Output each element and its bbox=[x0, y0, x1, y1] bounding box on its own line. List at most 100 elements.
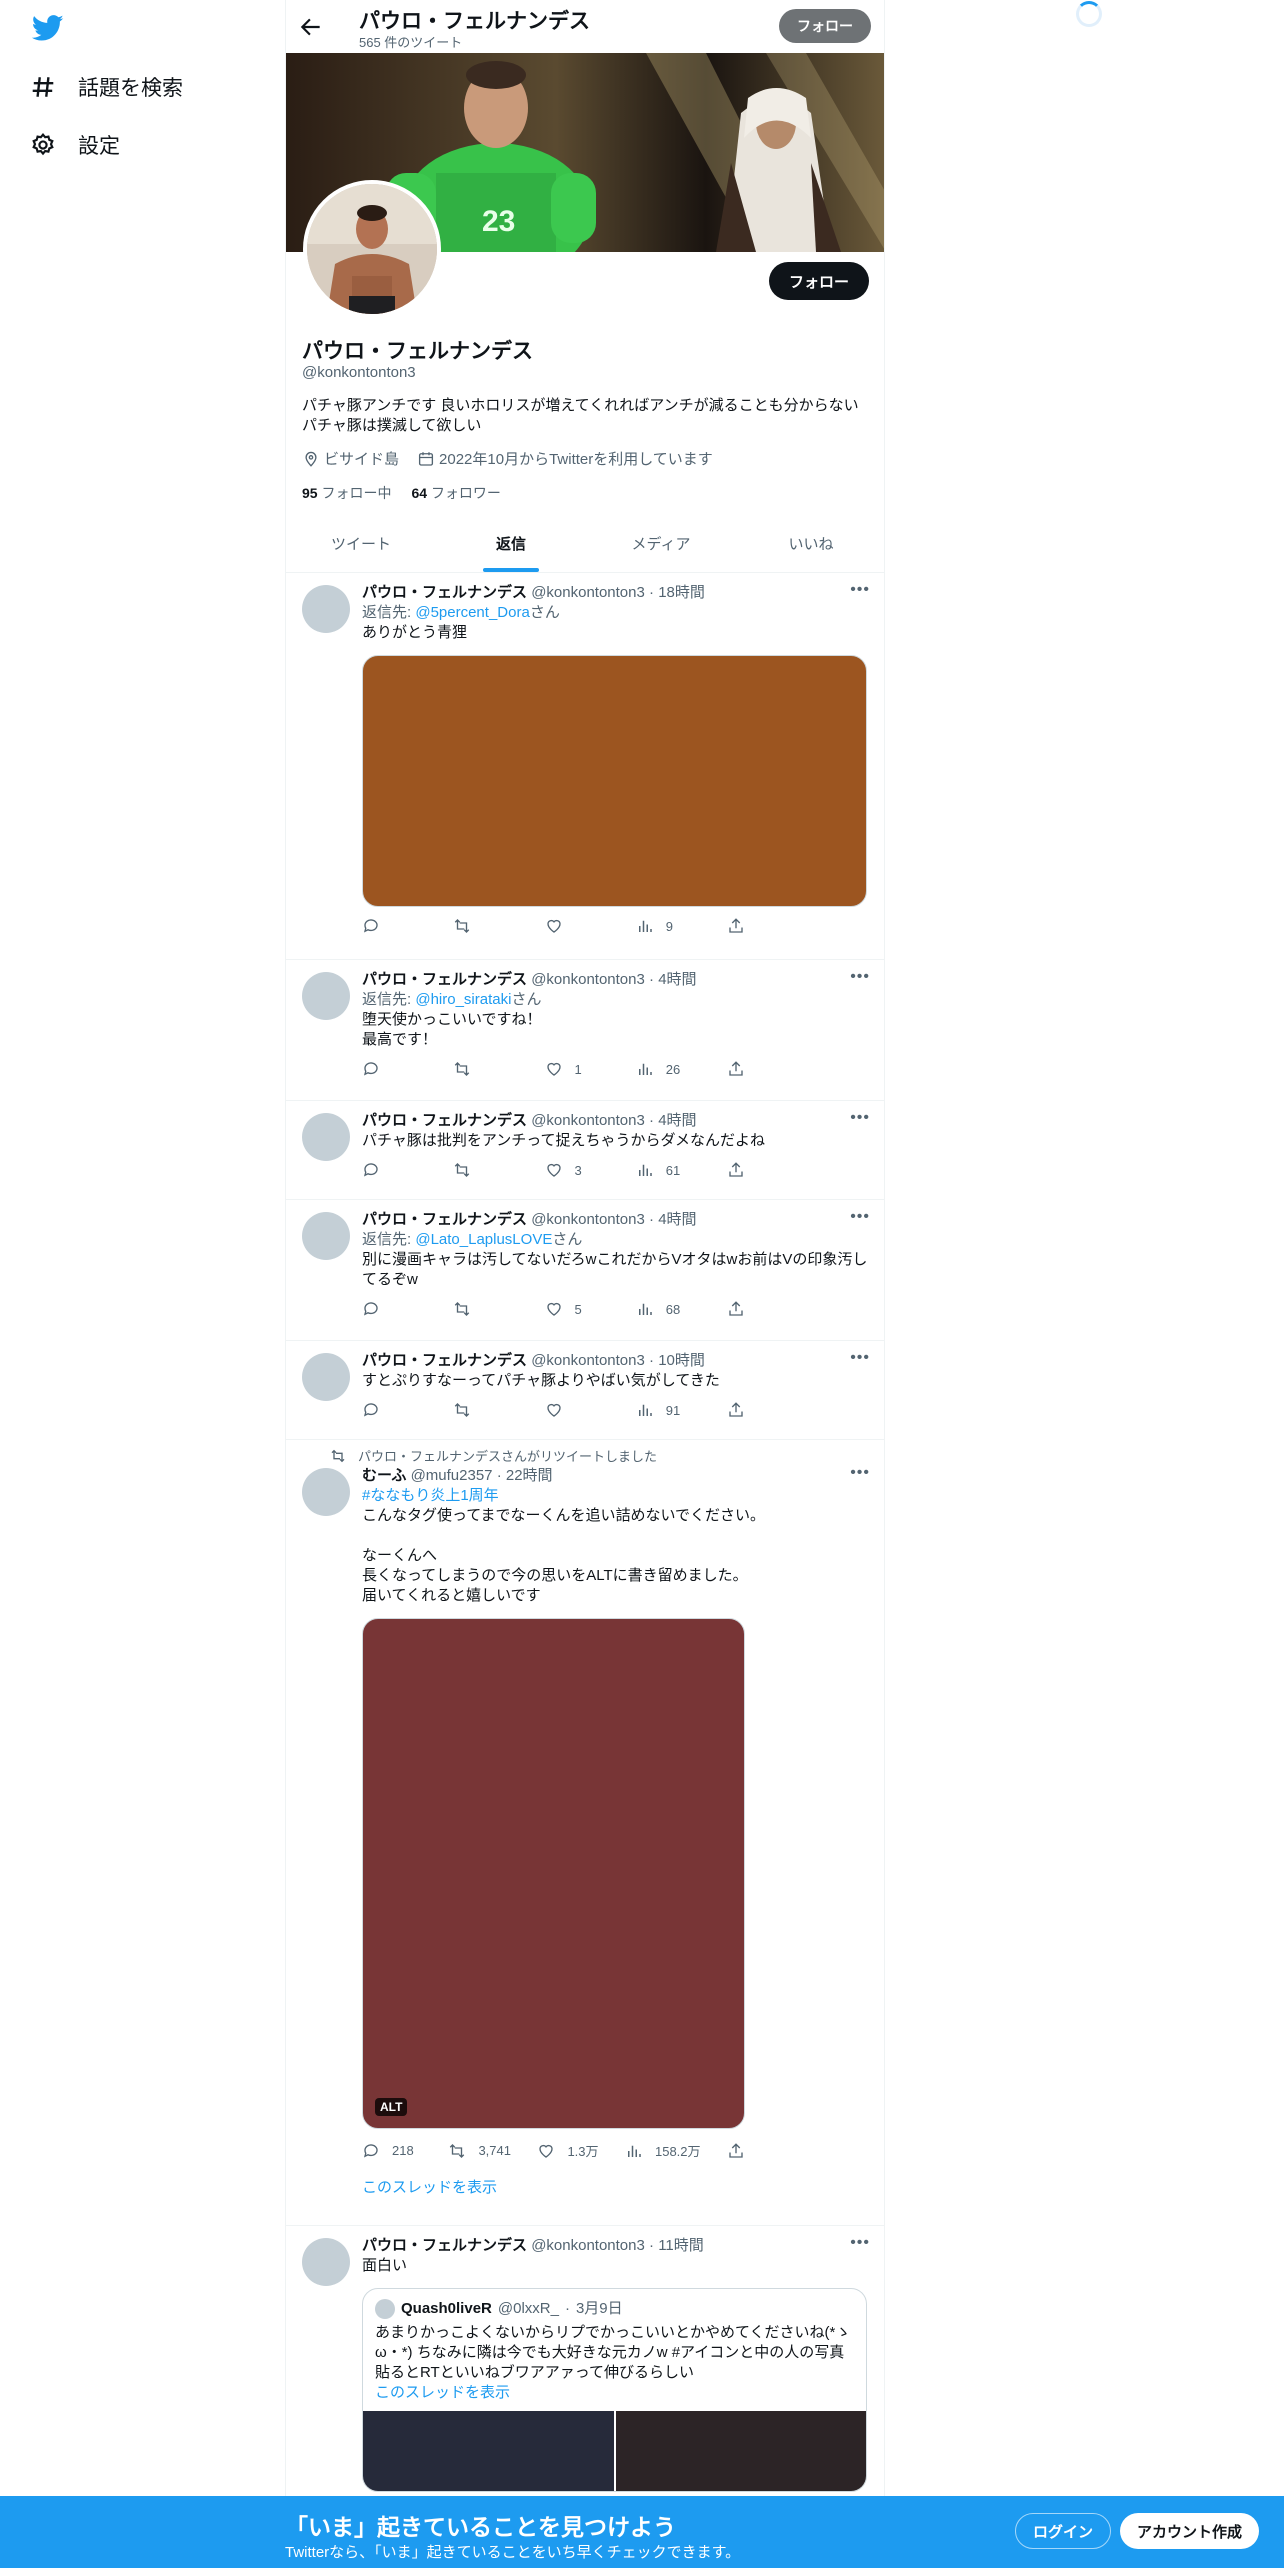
views-button[interactable]: 158.2万 bbox=[625, 2141, 701, 2160]
tweet-item[interactable]: パウロ・フェルナンデスさんがリツイートしました ••• むーふ @mufu235… bbox=[286, 1440, 884, 2226]
share-button[interactable] bbox=[727, 1060, 787, 1078]
nav-explore[interactable]: 話題を検索 bbox=[30, 72, 183, 102]
tweet-author-name[interactable]: パウロ・フェルナンデス bbox=[362, 1211, 527, 1228]
views-button[interactable]: 91 bbox=[636, 1401, 696, 1419]
retweet-button[interactable] bbox=[453, 917, 513, 935]
reply-mention[interactable]: @Lato_LaplusLOVE bbox=[415, 1231, 552, 1248]
tweet-time[interactable]: 4時間 bbox=[658, 971, 696, 988]
followers-link[interactable]: 64 フォロワー bbox=[411, 483, 500, 503]
tweet-author-name[interactable]: むーふ bbox=[362, 1467, 406, 1484]
back-arrow-icon[interactable] bbox=[298, 14, 324, 40]
view-count: 68 bbox=[665, 1301, 681, 1317]
tweet-author-handle[interactable]: @konkontonton3 bbox=[531, 2237, 645, 2254]
like-button[interactable] bbox=[545, 1401, 605, 1419]
retweet-button[interactable] bbox=[453, 1401, 513, 1419]
like-button[interactable]: 1.3万 bbox=[537, 2141, 599, 2160]
tweet-image[interactable]: ALT bbox=[362, 1618, 745, 2129]
profile-avatar[interactable] bbox=[303, 180, 441, 318]
retweet-button[interactable] bbox=[453, 1161, 513, 1179]
tweet-time[interactable]: 11時間 bbox=[658, 2237, 704, 2254]
views-button[interactable]: 68 bbox=[636, 1300, 696, 1318]
share-button[interactable] bbox=[727, 1300, 787, 1318]
retweet-button[interactable]: 3,741 bbox=[448, 2141, 511, 2160]
reply-button[interactable]: 218 bbox=[362, 2141, 422, 2160]
reply-mention[interactable]: @hiro_sirataki bbox=[415, 991, 511, 1008]
tweet-author-handle[interactable]: @konkontonton3 bbox=[531, 1112, 645, 1129]
tweet-author-handle[interactable]: @konkontonton3 bbox=[531, 971, 645, 988]
header-tweet-count: 565 件のツイート bbox=[359, 35, 463, 50]
tweet-author-name[interactable]: パウロ・フェルナンデス bbox=[362, 971, 527, 988]
tweet-image[interactable] bbox=[362, 655, 867, 907]
nav-explore-label: 話題を検索 bbox=[78, 77, 183, 100]
login-button[interactable]: ログイン bbox=[1015, 2513, 1112, 2549]
tweet-avatar[interactable] bbox=[302, 972, 350, 1020]
profile-column: 23 パウロ・フェルナンデス 565 件のツイート フォロー フォロー パウロ・… bbox=[285, 0, 885, 2568]
tab-tweets[interactable]: ツイート bbox=[286, 515, 436, 572]
reply-button[interactable] bbox=[362, 1161, 422, 1179]
tweet-avatar[interactable] bbox=[302, 2238, 350, 2286]
tweet-author-name[interactable]: パウロ・フェルナンデス bbox=[362, 584, 527, 601]
profile-follow-button[interactable]: フォロー bbox=[768, 262, 869, 300]
tweet-avatar[interactable] bbox=[302, 585, 350, 633]
tweet-header: むーふ @mufu2357 · 22時間 bbox=[362, 1467, 553, 1484]
tab-likes[interactable]: いいね bbox=[736, 515, 884, 572]
hashtag-icon bbox=[32, 77, 54, 97]
retweet-button[interactable] bbox=[453, 1060, 513, 1078]
like-button[interactable]: 5 bbox=[545, 1300, 605, 1318]
quote-image[interactable] bbox=[363, 2411, 614, 2491]
like-button[interactable] bbox=[545, 917, 605, 935]
tab-replies[interactable]: 返信 bbox=[436, 515, 586, 572]
quoted-tweet[interactable]: Quash0liveR @0lxxR_ · 3月9日 あまりかっこよくないからリ… bbox=[362, 2288, 867, 2492]
share-button[interactable] bbox=[727, 917, 787, 935]
share-button[interactable] bbox=[727, 1161, 787, 1179]
tweet-time[interactable]: 10時間 bbox=[658, 1352, 705, 1369]
tweet-item[interactable]: ••• パウロ・フェルナンデス @konkontonton3 · 4時間 返信先… bbox=[286, 1200, 884, 1341]
like-button[interactable]: 1 bbox=[545, 1060, 605, 1078]
tweet-avatar[interactable] bbox=[302, 1353, 350, 1401]
tweet-author-handle[interactable]: @mufu2357 bbox=[411, 1467, 493, 1484]
header-follow-button[interactable]: フォロー bbox=[779, 9, 871, 43]
tweet-author-name[interactable]: パウロ・フェルナンデス bbox=[362, 1352, 527, 1369]
share-button[interactable] bbox=[727, 2141, 787, 2160]
tweet-time[interactable]: 22時間 bbox=[506, 1467, 553, 1484]
twitter-logo-icon[interactable] bbox=[30, 12, 66, 44]
tweet-avatar[interactable] bbox=[302, 1212, 350, 1260]
views-button[interactable]: 26 bbox=[636, 1060, 696, 1078]
signup-button[interactable]: アカウント作成 bbox=[1120, 2513, 1260, 2549]
tweet-hashtag[interactable]: #ななもり炎上1周年 bbox=[362, 1486, 872, 1506]
retweet-button[interactable] bbox=[453, 1300, 513, 1318]
tweet-item[interactable]: ••• パウロ・フェルナンデス @konkontonton3 · 4時間 返信先… bbox=[286, 960, 884, 1101]
reply-button[interactable] bbox=[362, 1401, 422, 1419]
tweet-author-handle[interactable]: @konkontonton3 bbox=[531, 584, 645, 601]
reply-button[interactable] bbox=[362, 917, 422, 935]
tweet-author-name[interactable]: パウロ・フェルナンデス bbox=[362, 1112, 527, 1129]
share-button[interactable] bbox=[727, 1401, 787, 1419]
views-button[interactable]: 9 bbox=[636, 917, 696, 935]
show-thread-link[interactable]: このスレッドを表示 bbox=[362, 2178, 872, 2198]
tweet-time[interactable]: 4時間 bbox=[658, 1211, 696, 1228]
quote-show-thread-link[interactable]: このスレッドを表示 bbox=[375, 2383, 854, 2403]
tweet-avatar[interactable] bbox=[302, 1113, 350, 1161]
tab-media[interactable]: メディア bbox=[586, 515, 736, 572]
tweet-item[interactable]: ••• パウロ・フェルナンデス @konkontonton3 · 18時間 返信… bbox=[286, 573, 884, 960]
tweet-author-handle[interactable]: @konkontonton3 bbox=[531, 1352, 645, 1369]
reply-button[interactable] bbox=[362, 1300, 422, 1318]
tweet-time[interactable]: 18時間 bbox=[658, 584, 705, 601]
reply-button[interactable] bbox=[362, 1060, 422, 1078]
like-count: 1 bbox=[574, 1061, 582, 1077]
nav-settings[interactable]: 設定 bbox=[30, 130, 120, 160]
tweet-author-handle[interactable]: @konkontonton3 bbox=[531, 1211, 645, 1228]
tweet-author-name[interactable]: パウロ・フェルナンデス bbox=[362, 2237, 527, 2254]
tweet-item[interactable]: ••• パウロ・フェルナンデス @konkontonton3 · 4時間 パチャ… bbox=[286, 1101, 884, 1200]
retweeted-by-text[interactable]: パウロ・フェルナンデスさんがリツイートしました bbox=[358, 1446, 657, 1465]
views-button[interactable]: 61 bbox=[636, 1161, 696, 1179]
tweet-item[interactable]: ••• パウロ・フェルナンデス @konkontonton3 · 10時間 すと… bbox=[286, 1341, 884, 1440]
quote-image[interactable] bbox=[615, 2411, 866, 2491]
reply-mention[interactable]: @5percent_Dora bbox=[415, 604, 529, 621]
like-button[interactable]: 3 bbox=[545, 1161, 605, 1179]
alt-badge[interactable]: ALT bbox=[375, 2098, 408, 2116]
reply-context: 返信先: @5percent_Doraさん bbox=[362, 603, 872, 623]
tweet-avatar[interactable] bbox=[302, 1468, 350, 1516]
following-link[interactable]: 95 フォロー中 bbox=[302, 483, 391, 503]
tweet-time[interactable]: 4時間 bbox=[658, 1112, 696, 1129]
